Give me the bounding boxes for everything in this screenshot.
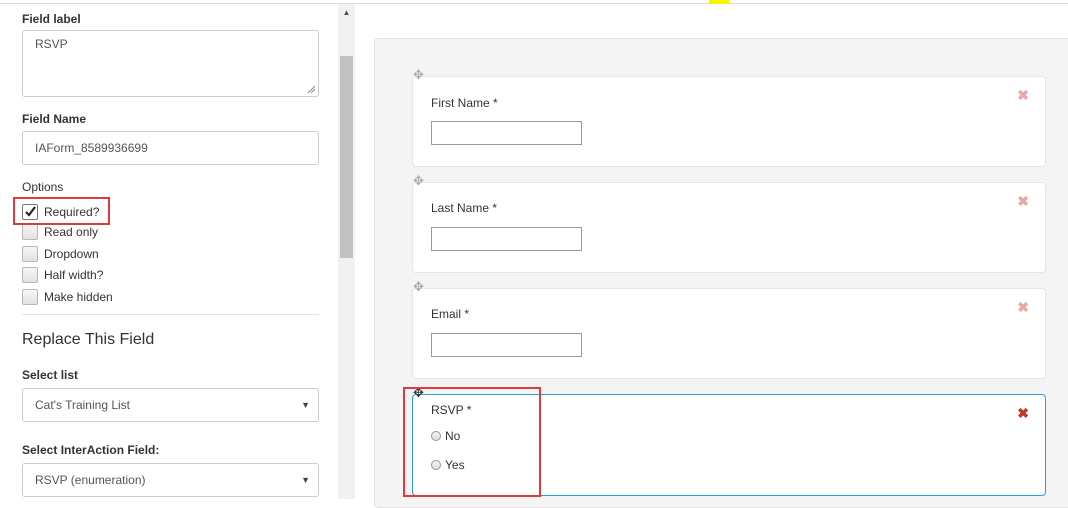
form-field-email[interactable]: ✖ Email *: [412, 288, 1046, 379]
close-icon[interactable]: ✖: [1017, 87, 1029, 104]
field-label: First Name *: [431, 96, 498, 110]
dropdown-checkbox[interactable]: [22, 246, 38, 262]
move-icon[interactable]: ✥: [413, 280, 427, 294]
left-panel-scrollbar[interactable]: ▲: [338, 4, 355, 499]
field-label-value: RSVP: [35, 37, 68, 51]
section-divider: [22, 314, 319, 315]
half-width-checkbox[interactable]: [22, 267, 38, 283]
select-list-dropdown[interactable]: Cat's Training List ▼: [22, 388, 319, 422]
last-name-input[interactable]: [431, 227, 582, 251]
option-label: Half width?: [44, 268, 104, 282]
select-ia-dropdown[interactable]: RSVP (enumeration) ▼: [22, 463, 319, 497]
field-name-value: IAForm_8589936699: [35, 141, 148, 155]
scroll-up-arrow-icon[interactable]: ▲: [338, 4, 355, 21]
field-label: Email *: [431, 307, 470, 321]
close-icon[interactable]: ✖: [1017, 299, 1029, 316]
email-input[interactable]: [431, 333, 582, 357]
first-name-input[interactable]: [431, 121, 582, 145]
close-icon[interactable]: ✖: [1017, 193, 1029, 210]
select-ia-heading: Select InterAction Field:: [22, 443, 160, 457]
form-field-first-name[interactable]: ✖ First Name *: [412, 76, 1046, 167]
make-hidden-checkbox[interactable]: [22, 289, 38, 305]
scrollbar-thumb[interactable]: [340, 56, 353, 258]
chevron-down-icon: ▼: [301, 475, 310, 485]
chevron-down-icon: ▼: [301, 400, 310, 410]
field-label: Last Name *: [431, 201, 498, 215]
rsvp-highlight-box: [403, 387, 541, 497]
field-name-heading: Field Name: [22, 112, 87, 126]
option-label: Read only: [44, 225, 99, 239]
option-make-hidden[interactable]: Make hidden: [22, 288, 113, 306]
close-icon[interactable]: ✖: [1017, 405, 1029, 422]
option-dropdown[interactable]: Dropdown: [22, 245, 99, 263]
select-ia-value: RSVP (enumeration): [35, 473, 146, 487]
field-label-heading: Field label: [22, 12, 81, 26]
resize-grip-icon[interactable]: [307, 85, 315, 93]
option-half-width[interactable]: Half width?: [22, 266, 103, 284]
option-read-only[interactable]: Read only: [22, 223, 98, 241]
option-label: Make hidden: [44, 290, 113, 304]
read-only-checkbox[interactable]: [22, 224, 38, 240]
highlight-mark: [709, 0, 729, 4]
field-settings-panel: Field label RSVP Field Name IAForm_85899…: [0, 4, 338, 499]
select-list-heading: Select list: [22, 368, 79, 382]
required-highlight-box: [13, 197, 110, 225]
move-icon[interactable]: ✥: [413, 68, 427, 82]
field-name-input[interactable]: IAForm_8589936699: [22, 131, 319, 165]
form-field-last-name[interactable]: ✖ Last Name *: [412, 182, 1046, 273]
option-label: Dropdown: [44, 247, 99, 261]
move-icon[interactable]: ✥: [413, 174, 427, 188]
options-heading: Options: [22, 180, 64, 194]
replace-section-title: Replace This Field: [22, 331, 155, 348]
select-list-value: Cat's Training List: [35, 398, 130, 412]
field-label-textarea[interactable]: RSVP: [22, 30, 319, 97]
